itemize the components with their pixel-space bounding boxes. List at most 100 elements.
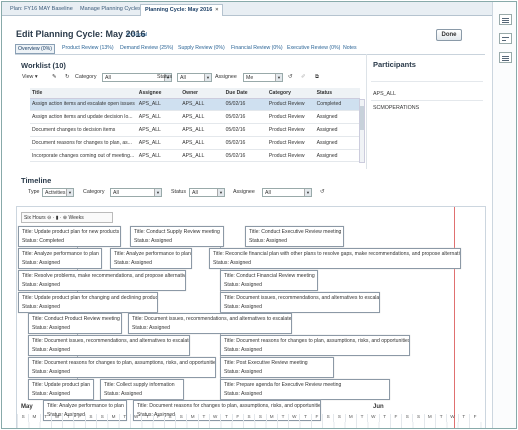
cell-title[interactable]: Incorporate changes coming out of meetin… <box>30 149 137 163</box>
timeline-chart: Six Hours ⊖ · ▮ · ⊕ Weeks Title: Update … <box>16 206 486 428</box>
activity-card[interactable]: Title: Analyze performance to plan Status… <box>110 248 192 269</box>
table-row[interactable]: Assign action items and update decision … <box>30 110 360 125</box>
cell-owner: APS_ALL <box>180 98 224 112</box>
document-icon[interactable] <box>499 14 512 25</box>
cell-owner: APS_ALL <box>180 123 224 137</box>
activity-card[interactable]: Title: Post Executive Review meeting Stat… <box>220 357 334 378</box>
day-letter: T <box>197 414 209 422</box>
activity-card[interactable]: Title: Conduct Executive Review meeting S… <box>245 226 344 247</box>
activity-card[interactable]: Title: Document reasons for changes to p… <box>28 357 216 378</box>
export-icon[interactable]: ⧉ <box>315 74 319 81</box>
reset-icon[interactable]: ↺ <box>288 74 292 80</box>
cell-title[interactable]: Document reasons for changes to plan, as… <box>30 136 137 150</box>
activity-card[interactable]: Title: Resolve problems, make recommenda… <box>18 270 186 291</box>
day-letter: T <box>434 414 446 422</box>
card-title: Title: Document reasons for changes to p… <box>137 403 321 409</box>
day-letter: T <box>39 414 51 422</box>
subtab-product-review[interactable]: Product Review (13%) <box>60 44 116 52</box>
activity-card[interactable]: Title: Document issues, recommendations,… <box>128 313 292 334</box>
list-icon[interactable] <box>499 52 512 63</box>
table-row[interactable]: Assign action items and escalate open is… <box>30 98 360 112</box>
timeline-status-select[interactable]: All ▼ <box>189 188 225 197</box>
cell-owner: APS_ALL <box>180 136 224 150</box>
timeline-status-value: All <box>192 190 198 196</box>
card-status: Status: Assigned <box>224 368 262 375</box>
card-title: Title: Resolve problems, make recommenda… <box>22 273 186 279</box>
tab-plan-baseline[interactable]: Plan: FY16 MAY Baseline <box>6 4 77 16</box>
table-row[interactable]: Document reasons for changes to plan, as… <box>30 136 360 150</box>
subtab-financial-review[interactable]: Financial Review (0%) <box>229 44 285 52</box>
timeline-assignee-select[interactable]: All ▼ <box>262 188 312 197</box>
column-header-owner[interactable]: Owner <box>180 88 224 99</box>
divider <box>371 81 483 82</box>
activity-card[interactable]: Title: Analyze performance to plan Status… <box>18 248 102 269</box>
column-header-assignee[interactable]: Assignee <box>136 88 181 99</box>
column-header-status[interactable]: Status <box>314 88 360 99</box>
activity-card[interactable]: Title: Conduct Product Review meeting Sta… <box>28 313 122 334</box>
day-letter: S <box>96 414 107 422</box>
refresh-icon[interactable]: ↻ <box>65 74 69 80</box>
scrollbar-thumb[interactable] <box>360 106 364 130</box>
activity-card[interactable]: Title: Update product plan Status: Assign… <box>28 379 94 400</box>
activity-card[interactable]: Title: Update product plan for new produ… <box>18 226 121 247</box>
close-icon[interactable]: × <box>215 7 218 13</box>
subtab-overview[interactable]: Overview (0%) <box>15 44 56 54</box>
activity-card[interactable]: Title: Reconcile financial plan with oth… <box>209 248 461 269</box>
timeline-status-label: Status <box>171 189 187 195</box>
timeline-category-select[interactable]: All ▼ <box>110 188 162 197</box>
card-status: Status: Assigned <box>134 237 172 244</box>
view-label: View <box>22 74 34 80</box>
cell-title[interactable]: Assign action items and escalate open is… <box>30 98 137 112</box>
column-header-due-date[interactable]: Due Date <box>223 88 267 99</box>
category-label: Category <box>75 74 97 80</box>
today-marker <box>454 207 455 428</box>
type-select[interactable]: Activities ▼ <box>42 188 74 197</box>
activity-card[interactable]: Title: Collect supply information Status:… <box>100 379 184 400</box>
day-letter: T <box>457 414 469 422</box>
table-row[interactable]: Incorporate changes coming out of meetin… <box>30 149 360 163</box>
table-row[interactable]: Document changes to decision items APS_AL… <box>30 123 360 137</box>
participant-item[interactable]: SCMOPERATIONS <box>373 105 419 111</box>
cell-status: Assigned <box>314 110 360 125</box>
day-letter: S <box>84 414 96 422</box>
refresh-icon[interactable]: ↺ <box>320 189 324 195</box>
zoom-slider[interactable]: · ▮ · <box>53 215 63 221</box>
type-label: Type <box>28 189 40 195</box>
tab-planning-cycle-may[interactable]: Planning Cycle: May 2016 × <box>140 4 224 16</box>
done-button[interactable]: Done <box>436 29 462 41</box>
card-title: Title: Collect supply information <box>104 382 175 388</box>
worklist-heading: Worklist (10) <box>21 61 66 70</box>
cell-assignee: APS_ALL <box>136 110 181 125</box>
subtab-demand-review[interactable]: Demand Review (25%) <box>118 44 175 52</box>
zoom-control[interactable]: Six Hours ⊖ · ▮ · ⊕ Weeks <box>21 212 113 223</box>
activity-card[interactable]: Title: Update product plan for changing … <box>18 292 158 313</box>
subtab-notes[interactable]: Notes <box>341 44 359 52</box>
day-letter: M <box>344 414 356 422</box>
activity-card[interactable]: Title: Document issues, recommendations,… <box>220 292 380 313</box>
column-header-title[interactable]: Title <box>30 88 137 99</box>
activity-card[interactable]: Title: Conduct Financial Review meeting S… <box>220 270 318 291</box>
social-link[interactable]: ⟲ Social <box>126 32 147 38</box>
status-select[interactable]: All ▼ <box>177 73 212 82</box>
cell-title[interactable]: Document changes to decision items <box>30 123 137 137</box>
pencil-icon[interactable]: ✐ <box>301 74 305 80</box>
edit-icon[interactable]: ✎ <box>52 74 56 80</box>
view-menu[interactable]: View ▾ <box>22 74 38 80</box>
participant-item[interactable]: APS_ALL <box>373 91 396 97</box>
activity-card[interactable]: Title: Prepare agenda for Executive Revi… <box>220 379 390 400</box>
layout-icon[interactable] <box>499 33 512 44</box>
column-header-category[interactable]: Category <box>266 88 315 99</box>
card-title: Title: Conduct Supply Review meeting <box>134 229 220 235</box>
activity-card[interactable]: Title: Document reasons for changes to p… <box>220 335 410 356</box>
activity-card[interactable]: Title: Document issues, recommendations,… <box>28 335 190 356</box>
subtab-executive-review[interactable]: Executive Review (0%) <box>285 44 342 52</box>
day-letter: S <box>254 414 265 422</box>
worklist-scrollbar[interactable] <box>359 99 365 163</box>
tab-strip: Plan: FY16 MAY Baseline Manage Planning … <box>2 2 492 16</box>
assignee-select[interactable]: Me ▼ <box>243 73 283 82</box>
activity-card[interactable]: Title: Conduct Supply Review meeting Stat… <box>130 226 224 247</box>
cell-title[interactable]: Assign action items and update decision … <box>30 110 137 125</box>
card-title: Title: Conduct Financial Review meeting <box>224 273 315 279</box>
day-letter: T <box>118 414 130 422</box>
subtab-supply-review[interactable]: Supply Review (0%) <box>176 44 227 52</box>
